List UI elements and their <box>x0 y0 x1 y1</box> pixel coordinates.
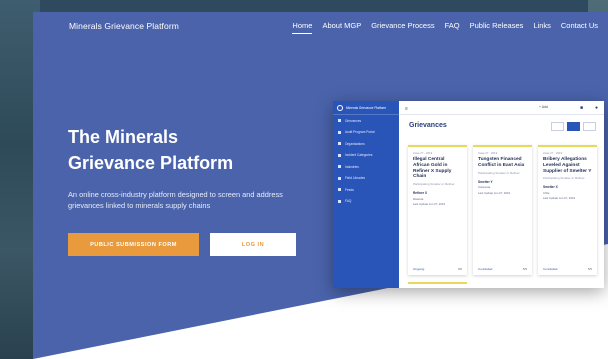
card-entity: Smelter Y <box>478 179 493 184</box>
logo-icon <box>337 104 343 111</box>
card-country: Chile <box>543 190 550 195</box>
card-meta: Participating Smelter or Refiner <box>543 176 585 181</box>
mockup-heading: Grievances <box>409 122 447 129</box>
hero-section: Minerals Grievance Platform Home About M… <box>33 12 608 359</box>
menu-dot-icon <box>338 176 341 180</box>
card-title: Tungsten Financed Conflict in East Asia <box>478 157 525 168</box>
grievance-card: Case 27 - 2019 Illegal Central African G… <box>408 145 467 275</box>
menu-dot-icon <box>338 130 341 134</box>
mockup-nav-label: FAQ <box>345 199 352 204</box>
menu-dot-icon <box>338 153 341 157</box>
mockup-add-label: + Add <box>539 105 548 109</box>
mockup-view-toggle <box>551 122 596 131</box>
mockup-topbar-icons: ■ ● <box>580 105 598 111</box>
card-title: Illegal Central African Gold in Refiner … <box>413 157 452 180</box>
card-updated: Last Update Jun 27, 2019 <box>413 202 446 207</box>
grievance-card: Case 27 - 2019 Bribery Allegations Level… <box>538 145 597 275</box>
table-view-icon <box>583 122 596 131</box>
nav-item-links[interactable]: Links <box>533 21 551 34</box>
nav-menu: Home About MGP Grievance Process FAQ Pub… <box>292 21 598 34</box>
flag-icon: ■ <box>579 105 583 111</box>
hero-title: The Minerals Grievance Platform <box>68 124 308 176</box>
card-tag: Case 27 - 2019 <box>413 151 433 155</box>
card-country: Indonesia <box>478 185 491 190</box>
card-entity: Refiner X <box>413 191 427 196</box>
mockup-nav-item: Organisations <box>333 138 399 150</box>
list-view-icon <box>551 122 564 131</box>
nav-item-home[interactable]: Home <box>292 21 313 34</box>
card-meta: Participating Smelter or Refiner <box>413 182 455 187</box>
mockup-topbar: ≡ + Add ■ ● <box>399 101 604 115</box>
menu-dot-icon <box>338 142 341 146</box>
hero-title-line-1: The Minerals <box>68 127 179 147</box>
card-tag: Case 27 - 2019 <box>478 151 498 155</box>
mockup-nav-item: FAQ <box>333 196 399 208</box>
card-meta: Participating Smelter or Refiner <box>478 170 520 175</box>
card-count: 3/5 <box>457 267 462 271</box>
mockup-app-name: Minerals Grievance Platform <box>346 105 387 110</box>
mockup-nav-item: Feeds <box>333 184 399 196</box>
nav-item-grievance-process[interactable]: Grievance Process <box>371 21 434 34</box>
mockup-nav-item: Grievances <box>333 115 399 127</box>
card-updated: Last Update Jun 27, 2019 <box>543 196 576 201</box>
card-tag: Case 27 - 2019 <box>543 151 563 155</box>
menu-dot-icon <box>338 188 341 192</box>
menu-dot-icon <box>338 199 341 203</box>
menu-dot-icon <box>338 119 341 123</box>
card-country: Rwanda <box>413 196 424 201</box>
mockup-nav-item: Field Libraries <box>333 173 399 185</box>
card-status: Concluded <box>543 267 558 271</box>
card-count: 5/5 <box>522 267 527 271</box>
top-navigation: Minerals Grievance Platform Home About M… <box>33 12 608 42</box>
nav-item-public-releases[interactable]: Public Releases <box>470 21 524 34</box>
mockup-nav-label: Incident Categories <box>345 153 373 158</box>
mockup-nav-item: Industries <box>333 161 399 173</box>
mockup-sidebar: Minerals Grievance Platform Grievances A… <box>333 101 399 288</box>
user-icon: ● <box>594 105 598 111</box>
mockup-nav-item: Incident Categories <box>333 150 399 162</box>
hero-title-line-2: Grievance Platform <box>68 153 234 173</box>
mockup-nav-label: Audit Program Portal <box>345 130 375 135</box>
card-updated: Last Update Jun 27, 2019 <box>478 190 511 195</box>
public-submission-button[interactable]: PUBLIC SUBMISSION FORM <box>68 233 199 256</box>
card-count: 5/5 <box>587 267 592 271</box>
hamburger-icon: ≡ <box>405 106 408 112</box>
brand-name[interactable]: Minerals Grievance Platform <box>69 21 179 31</box>
nav-item-about[interactable]: About MGP <box>322 21 361 34</box>
card-view-icon <box>567 122 580 131</box>
mockup-nav-label: Grievances <box>345 118 362 123</box>
login-button[interactable]: LOG IN <box>210 233 296 256</box>
card-entity: Smelter X <box>543 185 558 190</box>
nav-item-faq[interactable]: FAQ <box>445 21 460 34</box>
mockup-sidebar-header: Minerals Grievance Platform <box>333 101 399 115</box>
card-title: Bribery Allegations Leveled Against Supp… <box>543 157 592 174</box>
hero-subtitle: An online cross-industry platform design… <box>68 190 283 210</box>
mockup-nav-label: Industries <box>345 164 359 169</box>
mockup-nav-label: Field Libraries <box>345 176 366 181</box>
grievance-card-partial <box>408 282 467 288</box>
nav-item-contact[interactable]: Contact Us <box>561 21 598 34</box>
card-status: Ongoing <box>413 267 425 271</box>
grievance-card: Case 27 - 2019 Tungsten Financed Conflic… <box>473 145 532 275</box>
mockup-nav-item: Audit Program Portal <box>333 127 399 139</box>
mockup-nav-label: Organisations <box>345 141 365 146</box>
app-screenshot-mockup: Minerals Grievance Platform Grievances A… <box>333 101 604 288</box>
mockup-nav-label: Feeds <box>345 187 354 192</box>
menu-dot-icon <box>338 165 341 169</box>
card-status: Concluded <box>478 267 493 271</box>
